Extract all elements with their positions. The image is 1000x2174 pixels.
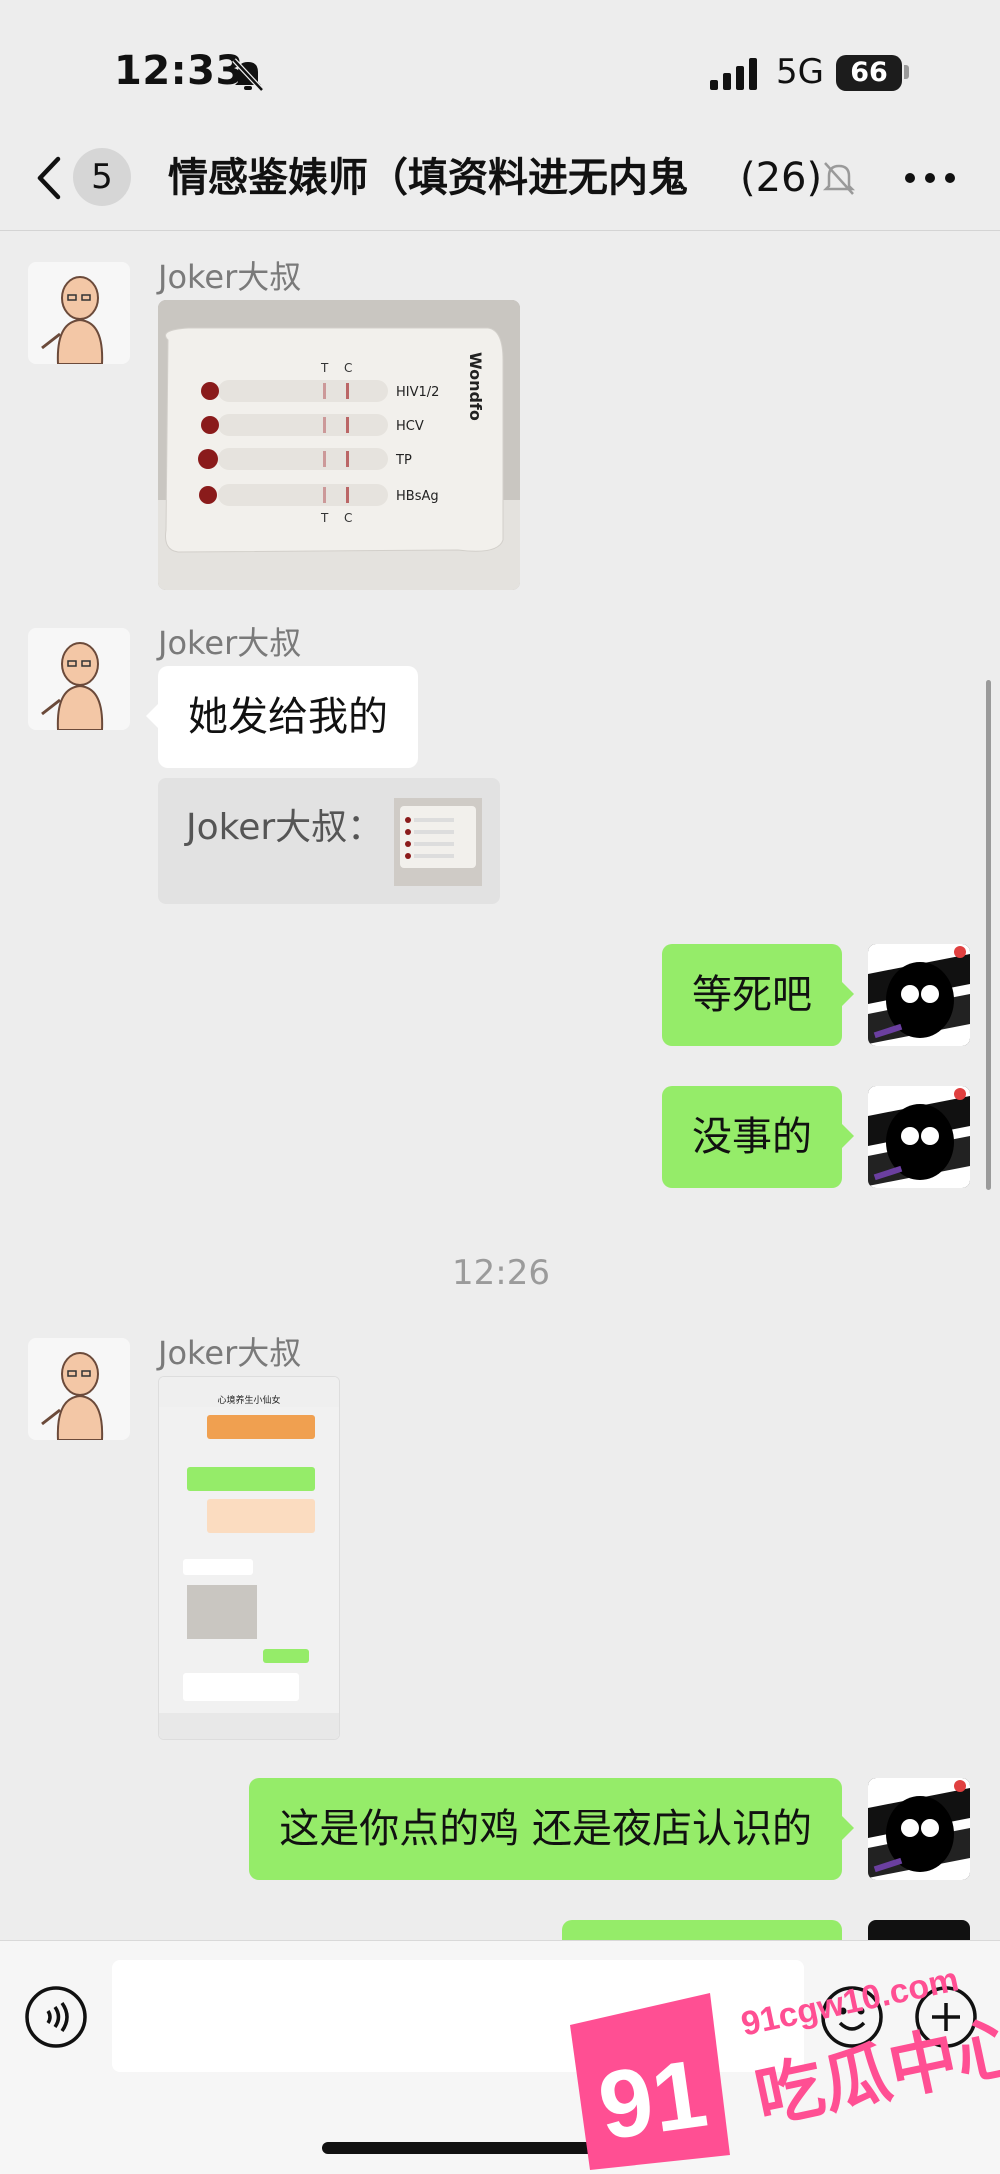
sender-name: Joker大叔 bbox=[158, 1334, 302, 1372]
brand-label: Wondfo bbox=[466, 352, 485, 421]
test-c-top: C bbox=[344, 361, 352, 375]
message-bubble-outgoing[interactable]: 等死吧 bbox=[662, 944, 854, 1046]
avatar-self[interactable] bbox=[868, 1778, 970, 1880]
test-t-bottom: T bbox=[320, 511, 329, 525]
battery-indicator: 66 bbox=[836, 55, 902, 91]
signal-icon bbox=[710, 58, 757, 90]
status-time: 12:33 bbox=[114, 48, 244, 94]
label-hbsag: HBsAg bbox=[396, 489, 439, 504]
bell-off-icon bbox=[232, 58, 264, 92]
screenshot-title: 心境养生小仙女 bbox=[217, 1394, 280, 1406]
avatar-self[interactable] bbox=[868, 944, 970, 1046]
bald-man-icon bbox=[41, 1352, 104, 1440]
shadow-figure-icon bbox=[868, 944, 970, 1046]
avatar-self[interactable] bbox=[868, 1086, 970, 1188]
watermark-number: 91 bbox=[592, 2040, 713, 2161]
bald-man-icon bbox=[41, 642, 104, 730]
watermark-logo: 91 91cgw10.com 吃瓜中心 bbox=[570, 1960, 1000, 2170]
shadow-figure-icon bbox=[868, 1778, 970, 1880]
label-tp: TP bbox=[395, 453, 412, 468]
test-kit-photo[interactable]: T C HIV1/2 HCV TP HBsAg T C Wondfo bbox=[158, 300, 520, 590]
chat-screenshot-image[interactable]: 心境养生小仙女 bbox=[158, 1376, 340, 1740]
quote-thumbnail bbox=[394, 798, 482, 886]
quoted-message[interactable]: Joker大叔： bbox=[158, 778, 500, 904]
voice-input-icon[interactable] bbox=[24, 1985, 88, 2049]
network-label: 5G bbox=[776, 52, 824, 92]
unread-count-badge[interactable]: 5 bbox=[73, 148, 131, 206]
member-count: (26) bbox=[738, 152, 823, 204]
muted-bell-icon bbox=[822, 162, 856, 195]
scroll-indicator[interactable] bbox=[986, 680, 991, 1190]
sender-name: Joker大叔 bbox=[158, 258, 302, 296]
back-icon[interactable] bbox=[30, 155, 70, 201]
bald-man-icon bbox=[41, 276, 104, 364]
more-options-icon[interactable] bbox=[902, 168, 958, 188]
test-c-bottom: C bbox=[344, 511, 352, 525]
quote-sender: Joker大叔： bbox=[186, 807, 384, 848]
avatar-joker[interactable] bbox=[28, 262, 130, 364]
chat-timestamp: 12:26 bbox=[452, 1253, 550, 1293]
shadow-figure-icon bbox=[868, 1086, 970, 1188]
test-t-top: T bbox=[320, 361, 329, 375]
sender-name: Joker大叔 bbox=[158, 624, 302, 662]
avatar-joker[interactable] bbox=[28, 628, 130, 730]
message-bubble-outgoing[interactable]: 没事的 bbox=[662, 1086, 854, 1188]
chat-title[interactable]: 情感鉴婊师（填资料进无内鬼 bbox=[168, 152, 768, 204]
label-hcv: HCV bbox=[396, 419, 424, 434]
message-bubble-outgoing[interactable]: 这是你点的鸡 还是夜店认识的 bbox=[249, 1778, 854, 1880]
avatar-joker[interactable] bbox=[28, 1338, 130, 1440]
message-bubble[interactable]: 她发给我的 bbox=[146, 666, 418, 768]
battery-tip bbox=[904, 65, 909, 79]
label-hiv: HIV1/2 bbox=[396, 385, 439, 400]
